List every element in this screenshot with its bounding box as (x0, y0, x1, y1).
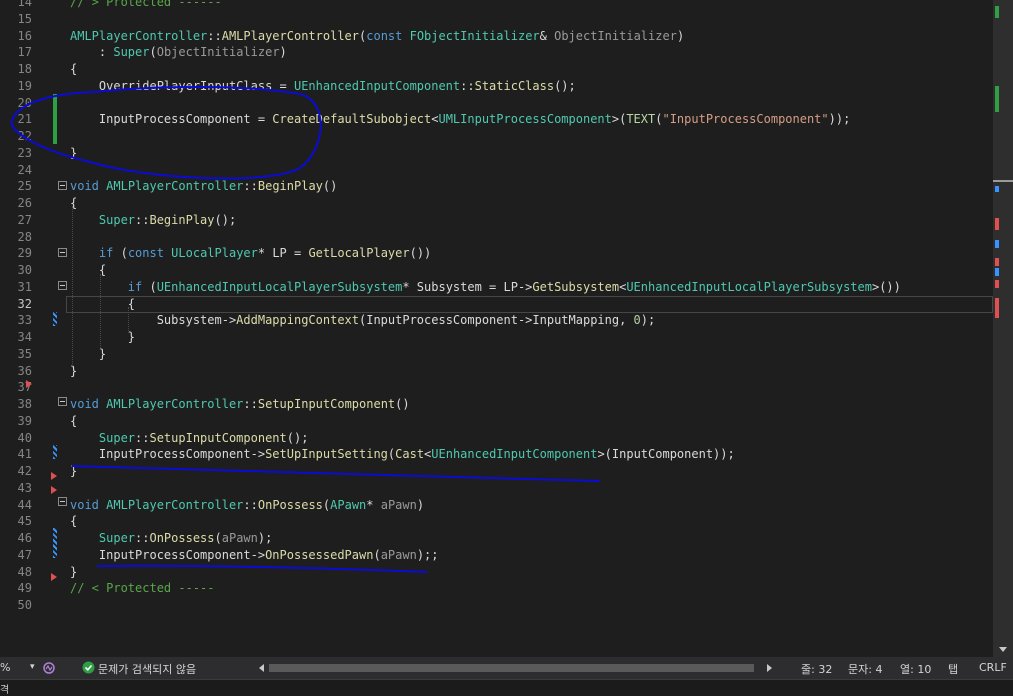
scroll-right-arrow-icon[interactable] (767, 664, 772, 672)
scroll-down-arrow-icon[interactable] (999, 647, 1007, 652)
output-label: 격 (0, 685, 10, 696)
scroll-marker (995, 240, 999, 248)
status-bar: % ▾ 문제가 검색되지 않음 줄: 32 문자: 4 열: 10 탭 CRLF (0, 657, 1013, 679)
vertical-scrollbar[interactable] (993, 0, 1013, 657)
cursor-column[interactable]: 열: 10 (900, 661, 931, 677)
output-panel-header: 격 (0, 679, 1013, 696)
scroll-marker (995, 6, 999, 18)
cursor-char[interactable]: 문자: 4 (848, 661, 882, 677)
scroll-marker (995, 186, 999, 192)
annotation-underline (96, 564, 428, 573)
check-icon (82, 661, 95, 674)
line-ending[interactable]: CRLF (979, 661, 1007, 674)
scroll-marker (995, 268, 999, 276)
scroll-marker (995, 218, 999, 230)
issues-status[interactable]: 문제가 검색되지 않음 (98, 661, 196, 677)
scroll-marker (993, 180, 1013, 182)
cursor-line[interactable]: 줄: 32 (801, 661, 832, 677)
scroll-marker (995, 86, 999, 112)
annotation-underline (71, 465, 601, 482)
zoom-dropdown-icon[interactable]: ▾ (30, 662, 35, 672)
health-icon[interactable] (42, 661, 56, 675)
zoom-level[interactable]: % (0, 661, 10, 674)
scroll-left-arrow-icon[interactable] (259, 664, 264, 672)
scroll-marker (995, 280, 999, 288)
scroll-marker (995, 258, 999, 266)
annotation-circle (10, 85, 322, 180)
scroll-marker (995, 298, 999, 318)
pen-annotations (10, 85, 601, 573)
horizontal-scrollbar-thumb[interactable] (269, 664, 754, 672)
code-editor[interactable]: 14// > Protected ------ 15 16 AMLPlayerCont… (0, 0, 993, 657)
indentation-mode[interactable]: 탭 (948, 661, 958, 677)
